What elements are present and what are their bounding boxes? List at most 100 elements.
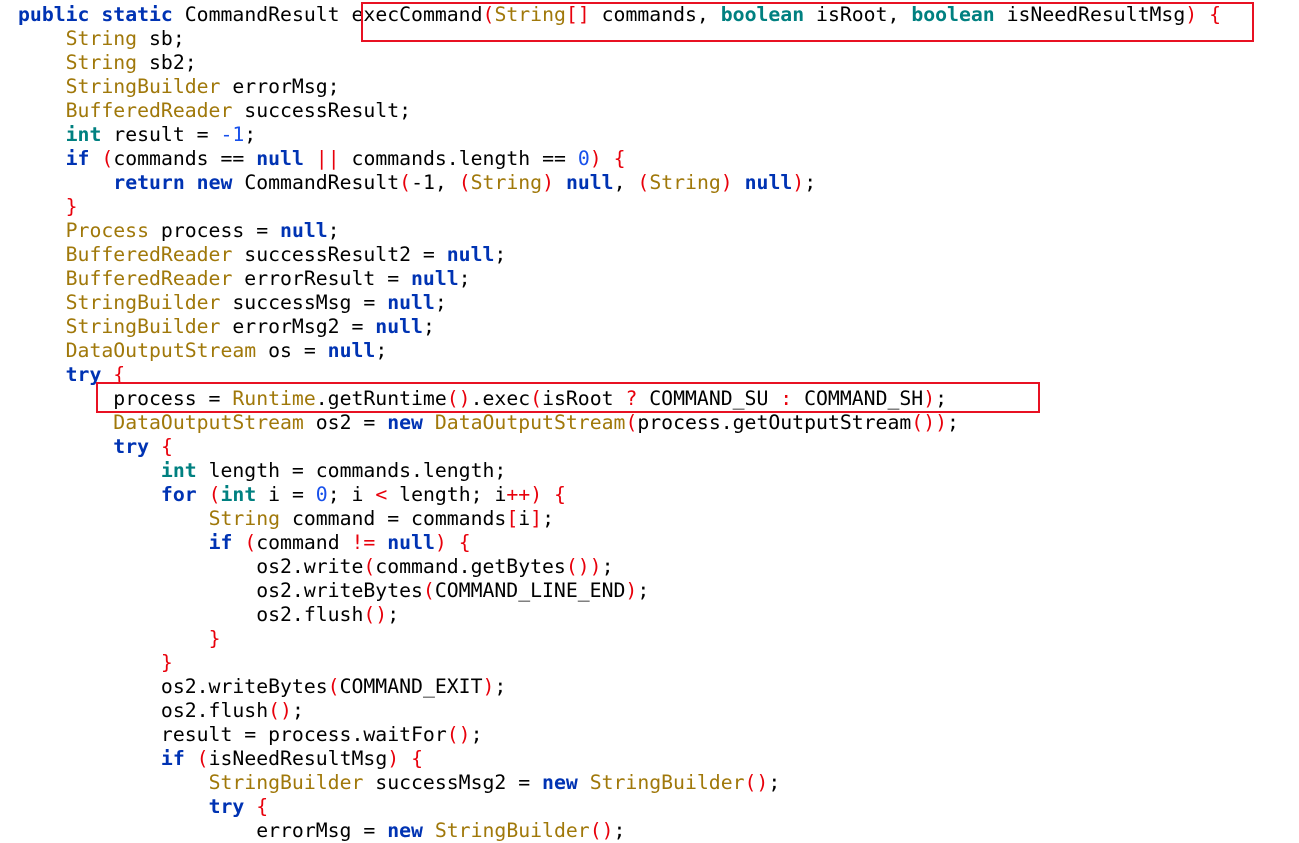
code-token: commands == (113, 147, 257, 170)
code-line: os2.writeBytes(COMMAND_LINE_END); (18, 579, 1221, 603)
keyword-token: null (411, 267, 459, 290)
code-token: ; (244, 123, 257, 146)
code-token: , (613, 171, 638, 194)
keyword-token: new (542, 771, 578, 794)
keyword-token: int (160, 459, 197, 482)
type-token: String (65, 51, 138, 74)
type-token: StringBuilder (65, 75, 221, 98)
code-token: ; (542, 507, 554, 530)
punctuation-token: ++ (506, 483, 531, 506)
code-line: } (18, 627, 1221, 651)
code-token: errorMsg2 = (220, 315, 376, 338)
code-line: errorMsg = new StringBuilder(); (18, 819, 1221, 843)
code-line: BufferedReader errorResult = null; (18, 267, 1221, 291)
code-line: if (commands == null || commands.length … (18, 147, 1221, 171)
type-token: StringBuilder (65, 315, 221, 338)
code-token: os2 = (303, 411, 388, 434)
code-token: length; i (387, 483, 507, 506)
code-token: process.getOutputStream (637, 411, 912, 434)
code-token: ; (768, 771, 781, 794)
code-token: CommandResult (172, 3, 352, 26)
code-token: ; (947, 411, 959, 434)
keyword-token: null (375, 315, 423, 338)
code-token: successResult; (232, 99, 412, 122)
type-token: StringBuilder (434, 819, 590, 842)
code-token: COMMAND_EXIT (339, 675, 483, 698)
punctuation-token: ) (589, 147, 602, 170)
keyword-token: if (160, 747, 185, 770)
keyword-token: if (65, 147, 90, 170)
code-line: if (isNeedResultMsg) { (18, 747, 1221, 771)
code-token: ; (422, 315, 435, 338)
punctuation-token: ()) (911, 411, 948, 434)
keyword-token: if (208, 531, 233, 554)
code-line: DataOutputStream os2 = new DataOutputStr… (18, 411, 1221, 435)
code-line: BufferedReader successResult; (18, 99, 1221, 123)
code-token: errorResult = (232, 267, 412, 290)
punctuation-token: () (446, 723, 471, 746)
code-line: os2.writeBytes(COMMAND_EXIT); (18, 675, 1221, 699)
code-token: os2.writeBytes (160, 675, 328, 698)
punctuation-token: } (65, 195, 78, 218)
code-line: StringBuilder errorMsg; (18, 75, 1221, 99)
code-token: successMsg = (220, 291, 388, 314)
code-line: DataOutputStream os = null; (18, 339, 1221, 363)
punctuation-token: ) (482, 675, 495, 698)
code-token: command (256, 531, 352, 554)
type-token: DataOutputStream (434, 411, 626, 434)
punctuation-token: () (268, 699, 292, 722)
punctuation-token: () (744, 771, 769, 794)
code-line: os2.flush(); (18, 699, 1221, 723)
code-token: COMMAND_LINE_END (434, 579, 626, 602)
punctuation-token: ) (530, 483, 543, 506)
keyword-token: null (387, 531, 435, 554)
punctuation-token: ] (530, 507, 543, 530)
code-token: ; (637, 579, 650, 602)
type-token: StringBuilder (65, 291, 221, 314)
keyword-token: static (101, 3, 173, 26)
punctuation-token: ) (387, 747, 400, 770)
code-token: os2.write (256, 555, 364, 578)
punctuation-token: ( (458, 171, 471, 194)
code-token: successResult2 = (232, 243, 447, 266)
keyword-token: null (744, 171, 793, 194)
code-token: CommandResult (232, 171, 400, 194)
code-line: } (18, 651, 1221, 675)
code-line: result = process.waitFor(); (18, 723, 1221, 747)
type-token: BufferedReader (65, 267, 233, 290)
punctuation-token: { (160, 435, 173, 458)
type-token: BufferedReader (65, 99, 233, 122)
code-line: int result = -1; (18, 123, 1221, 147)
code-token: ; (387, 603, 400, 626)
punctuation-token: ) (542, 171, 555, 194)
code-line: try { (18, 795, 1221, 819)
type-token: StringBuilder (589, 771, 745, 794)
code-line: int length = commands.length; (18, 459, 1221, 483)
punctuation-token: { (613, 147, 626, 170)
punctuation-token: () (363, 603, 388, 626)
type-token: String (65, 27, 138, 50)
